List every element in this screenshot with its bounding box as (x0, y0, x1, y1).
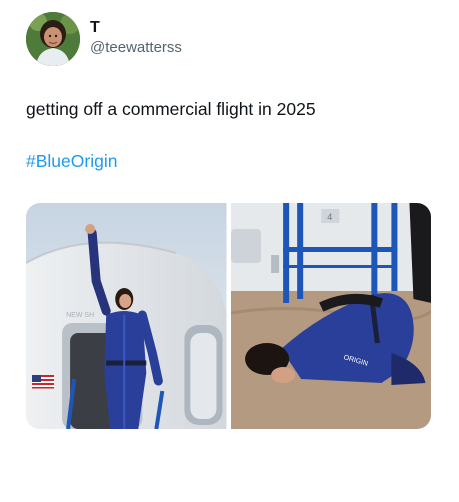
tweet-header: T @teewatterss (26, 12, 182, 66)
tweet-text: getting off a commercial flight in 2025 (26, 99, 316, 119)
avatar[interactable] (26, 12, 80, 66)
svg-text:NEW SH: NEW SH (66, 312, 94, 319)
svg-text:4: 4 (327, 212, 332, 222)
us-flag-icon (32, 375, 55, 389)
hashtag-link[interactable]: #BlueOrigin (26, 149, 117, 173)
tweet-card: T @teewatterss getting off a commercial … (0, 0, 459, 502)
photo-astronaut-kneeling[interactable]: 4 ORIGIN (230, 203, 431, 429)
media-grid: NEW SH 4 ORIGIN (26, 203, 431, 429)
user-handle[interactable]: @teewatterss (90, 38, 182, 58)
photo-astronaut-capsule[interactable]: NEW SH (26, 203, 227, 429)
display-name[interactable]: T (90, 18, 182, 38)
